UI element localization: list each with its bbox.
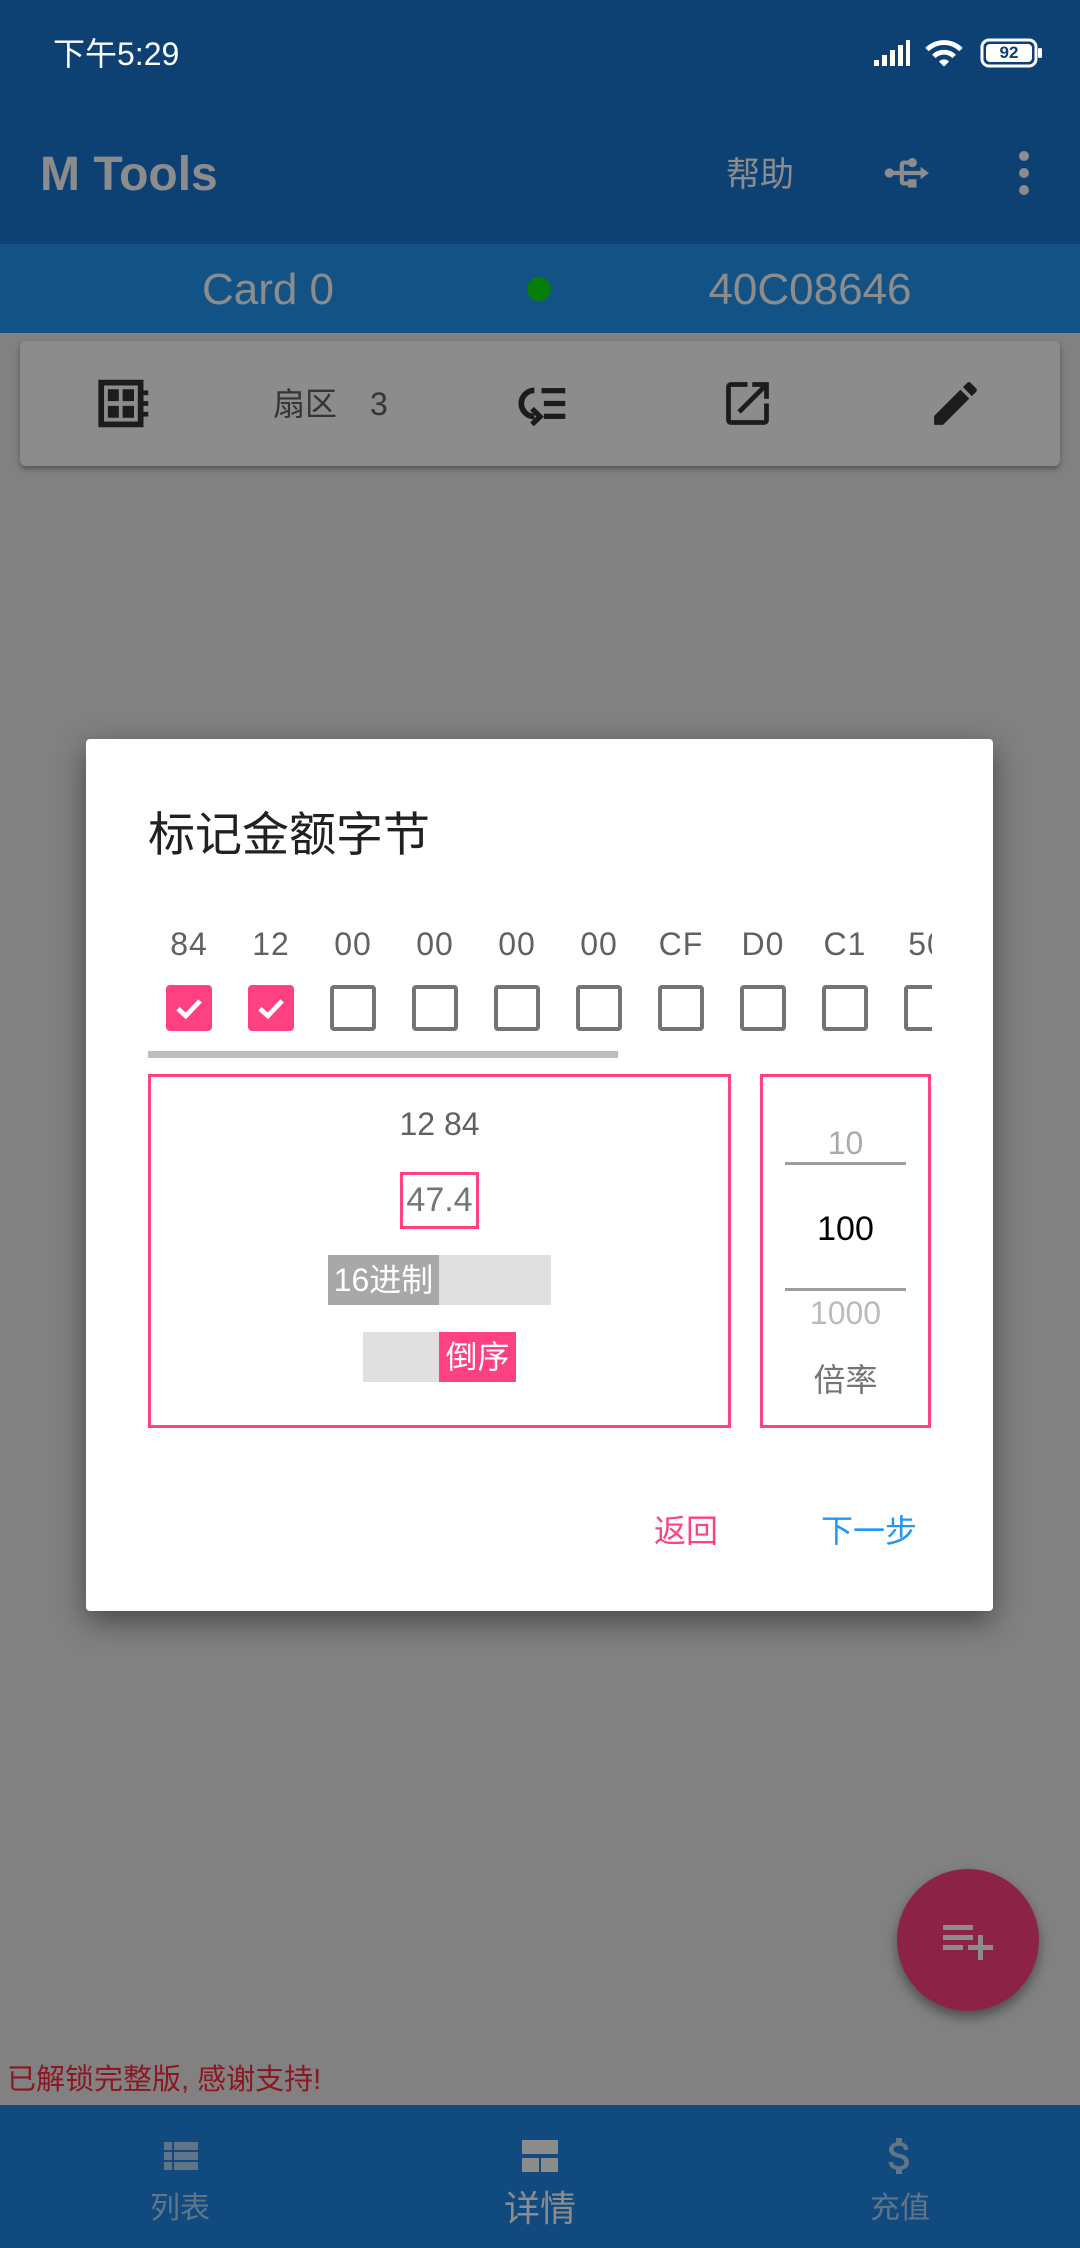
byte-label: 00 [580, 926, 618, 962]
byte-label: 50 [908, 926, 932, 962]
byte-item: 00 [312, 909, 394, 1039]
back-button[interactable]: 返回 [626, 1509, 746, 1553]
byte-item: CF [640, 909, 722, 1039]
battery-level: 92 [999, 43, 1019, 62]
multiplier-label: 倍率 [813, 1362, 878, 1398]
hex-toggle[interactable]: 16进制 [328, 1255, 551, 1305]
byte-item: D0 [722, 909, 804, 1039]
byte-checkbox[interactable] [904, 985, 932, 1031]
byte-checkbox[interactable] [166, 985, 212, 1031]
picker-divider [785, 1288, 906, 1291]
byte-label: D0 [741, 926, 785, 962]
picker-divider [785, 1162, 906, 1165]
reverse-toggle[interactable]: 倒序 [363, 1332, 516, 1382]
byte-item: 00 [476, 909, 558, 1039]
reverse-toggle-label: 倒序 [439, 1332, 516, 1382]
byte-checkbox[interactable] [494, 985, 540, 1031]
byte-item: 50 [886, 909, 932, 1039]
byte-checkbox[interactable] [412, 985, 458, 1031]
byte-item: 00 [394, 909, 476, 1039]
byte-checkbox[interactable] [248, 985, 294, 1031]
hex-toggle-label: 16进制 [328, 1255, 439, 1305]
byte-label: 12 [252, 926, 290, 962]
signal-icon [873, 38, 911, 70]
byte-item: C1 [804, 909, 886, 1039]
byte-label: CF [658, 926, 704, 962]
byte-selector[interactable]: 84 12 00 00 00 00 CF D0 C1 5 [148, 909, 932, 1039]
battery-icon: 92 [980, 38, 1044, 68]
byte-checkbox[interactable] [740, 985, 786, 1031]
next-button[interactable]: 下一步 [799, 1509, 939, 1553]
selected-bytes-preview: 12 84 [399, 1106, 480, 1142]
byte-checkbox[interactable] [658, 985, 704, 1031]
byte-item: 12 [230, 909, 312, 1039]
multiplier-option[interactable]: 1000 [763, 1293, 928, 1333]
dialog-title: 标记金额字节 [148, 808, 430, 861]
wifi-icon [922, 36, 966, 70]
byte-label: 00 [498, 926, 536, 962]
mark-amount-dialog: 标记金额字节 84 12 00 00 00 00 CF D0 C1 5 12 8… [86, 739, 993, 1611]
byte-item: 00 [558, 909, 640, 1039]
byte-checkbox[interactable] [576, 985, 622, 1031]
multiplier-option[interactable]: 10 [763, 1123, 928, 1163]
amount-panel: 12 84 47.4 16进制 倒序 [148, 1074, 731, 1428]
multiplier-panel: 10 100 1000 倍率 [760, 1074, 931, 1428]
byte-item: 84 [148, 909, 230, 1039]
byte-checkbox[interactable] [822, 985, 868, 1031]
amount-value: 47.4 [400, 1172, 479, 1229]
byte-checkbox[interactable] [330, 985, 376, 1031]
byte-label: 00 [416, 926, 454, 962]
byte-label: 84 [170, 926, 208, 962]
status-time: 下午5:29 [53, 36, 180, 72]
byte-label: 00 [334, 926, 372, 962]
byte-scrollbar[interactable] [148, 1051, 618, 1058]
byte-label: C1 [823, 926, 867, 962]
multiplier-selected[interactable]: 100 [763, 1207, 928, 1251]
